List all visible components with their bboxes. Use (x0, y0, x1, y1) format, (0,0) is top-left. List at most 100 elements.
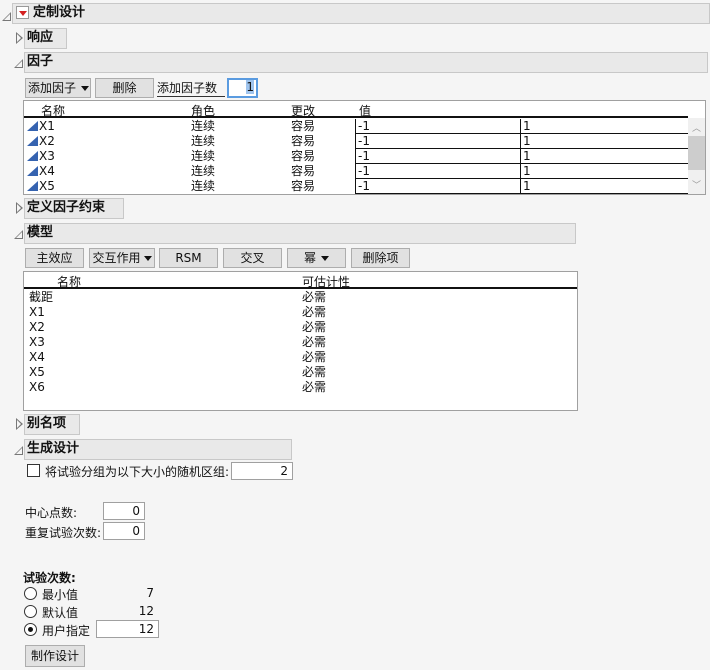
column-header: 更改 (291, 104, 316, 118)
model-term-row[interactable]: 截距 必需 (24, 290, 577, 305)
term-name: 截距 (29, 290, 54, 304)
factor-role[interactable]: 连续 (191, 164, 215, 179)
scroll-down-icon[interactable]: ﹀ (692, 178, 701, 191)
red-triangle-menu-icon[interactable] (16, 6, 29, 19)
term-estimability: 必需 (302, 290, 327, 304)
replicates-label: 重复试验次数: (25, 526, 102, 540)
term-estimability: 必需 (302, 350, 327, 364)
custom-design-header: 定制设计 (12, 3, 710, 24)
term-estimability: 必需 (302, 335, 327, 349)
factor-name[interactable]: X5 (39, 179, 55, 193)
factor-low-value[interactable]: -1 (355, 179, 521, 194)
term-name: X6 (29, 380, 45, 394)
model-term-row[interactable]: X5 必需 (24, 365, 577, 380)
factor-role[interactable]: 连续 (191, 134, 215, 149)
disclosure-closed-icon[interactable] (16, 418, 23, 430)
factor-changes[interactable]: 容易 (291, 119, 315, 134)
block-checkbox[interactable] (27, 464, 40, 477)
user-specified-radio[interactable] (24, 623, 37, 636)
factor-role[interactable]: 连续 (191, 179, 215, 194)
factor-row[interactable]: X2 连续 容易 -1 1 (24, 134, 690, 149)
center-points-input[interactable]: 0 (103, 502, 145, 520)
column-header: 名称 (57, 275, 82, 289)
model-term-row[interactable]: X1 必需 (24, 305, 577, 320)
add-factor-button[interactable]: 添加因子 (25, 78, 91, 98)
outline-toggle-icon[interactable] (2, 12, 11, 21)
section-title: 生成设计 (27, 441, 80, 456)
minimum-label: 最小值 (42, 588, 79, 602)
factor-high-value[interactable]: 1 (520, 119, 690, 134)
factor-role[interactable]: 连续 (191, 149, 215, 164)
powers-button[interactable]: 幂 (287, 248, 346, 268)
make-design-button[interactable]: 制作设计 (25, 645, 85, 667)
disclosure-open-icon[interactable] (14, 59, 23, 68)
factor-row[interactable]: X1 连续 容易 -1 1 (24, 119, 690, 134)
scroll-thumb[interactable] (688, 136, 705, 170)
caret-down-icon (143, 256, 152, 261)
model-term-row[interactable]: X3 必需 (24, 335, 577, 350)
factors-header[interactable]: 因子 (24, 52, 708, 73)
table-header: 名称 可估计性 (24, 272, 577, 289)
factor-row[interactable]: X5 连续 容易 -1 1 (24, 179, 690, 194)
runs-label: 试验次数: (23, 571, 76, 585)
section-title: 别名项 (27, 416, 67, 431)
scrollbar[interactable]: ︿ ﹀ (688, 118, 705, 194)
minimum-radio[interactable] (24, 587, 37, 600)
factor-changes[interactable]: 容易 (291, 134, 315, 149)
user-specified-label: 用户指定 (42, 624, 91, 638)
factor-changes[interactable]: 容易 (291, 164, 315, 179)
interactions-button[interactable]: 交互作用 (89, 248, 155, 268)
factor-changes[interactable]: 容易 (291, 179, 315, 194)
constraints-header[interactable]: 定义因子约束 (24, 198, 124, 219)
main-effects-button[interactable]: 主效应 (25, 248, 84, 268)
block-size-input[interactable]: 2 (231, 462, 293, 480)
add-count-label: 添加因子数 (157, 80, 225, 97)
model-term-row[interactable]: X6 必需 (24, 380, 577, 395)
design-generation-header[interactable]: 生成设计 (24, 439, 292, 460)
model-header[interactable]: 模型 (24, 223, 576, 244)
factors-table: 名称 角色 更改 值 X1 连续 容易 -1 1 X2 连续 容易 -1 1 X… (23, 100, 706, 195)
model-term-row[interactable]: X4 必需 (24, 350, 577, 365)
factor-name[interactable]: X2 (39, 134, 55, 148)
button-label: 删除项 (362, 251, 399, 265)
factor-changes[interactable]: 容易 (291, 149, 315, 164)
model-term-row[interactable]: X2 必需 (24, 320, 577, 335)
disclosure-open-icon[interactable] (14, 230, 23, 239)
factor-low-value[interactable]: -1 (355, 119, 521, 134)
remove-term-button[interactable]: 删除项 (351, 248, 410, 268)
caret-down-icon (321, 256, 329, 261)
default-radio[interactable] (24, 605, 37, 618)
responses-header[interactable]: 响应 (24, 28, 67, 49)
disclosure-closed-icon[interactable] (16, 32, 23, 44)
factor-low-value[interactable]: -1 (355, 164, 521, 179)
factor-row[interactable]: X3 连续 容易 -1 1 (24, 149, 690, 164)
user-specified-input[interactable]: 12 (96, 620, 159, 638)
default-value: 12 (138, 604, 154, 618)
factor-row[interactable]: X4 连续 容易 -1 1 (24, 164, 690, 179)
remove-factor-button[interactable]: 删除 (95, 78, 154, 98)
factor-high-value[interactable]: 1 (520, 134, 690, 149)
factor-low-value[interactable]: -1 (355, 134, 521, 149)
scroll-up-icon[interactable]: ︿ (692, 121, 701, 134)
disclosure-closed-icon[interactable] (16, 202, 23, 214)
factor-high-value[interactable]: 1 (520, 164, 690, 179)
alias-terms-header[interactable]: 别名项 (24, 414, 80, 435)
block-label: 将试验分组为以下大小的随机区组: (45, 465, 230, 479)
factor-high-value[interactable]: 1 (520, 179, 690, 194)
term-estimability: 必需 (302, 365, 327, 379)
factor-name[interactable]: X1 (39, 119, 55, 133)
input-value: 1 (246, 80, 254, 94)
add-count-input[interactable]: 1 (227, 78, 258, 98)
cross-button[interactable]: 交叉 (223, 248, 282, 268)
factor-low-value[interactable]: -1 (355, 149, 521, 164)
term-name: X3 (29, 335, 45, 349)
replicates-input[interactable]: 0 (103, 522, 145, 540)
table-header: 名称 角色 更改 值 (24, 101, 688, 118)
button-label: 幂 (303, 251, 316, 265)
factor-name[interactable]: X3 (39, 149, 55, 163)
factor-role[interactable]: 连续 (191, 119, 215, 134)
factor-name[interactable]: X4 (39, 164, 55, 178)
disclosure-open-icon[interactable] (14, 446, 23, 455)
rsm-button[interactable]: RSM (159, 248, 218, 268)
factor-high-value[interactable]: 1 (520, 149, 690, 164)
